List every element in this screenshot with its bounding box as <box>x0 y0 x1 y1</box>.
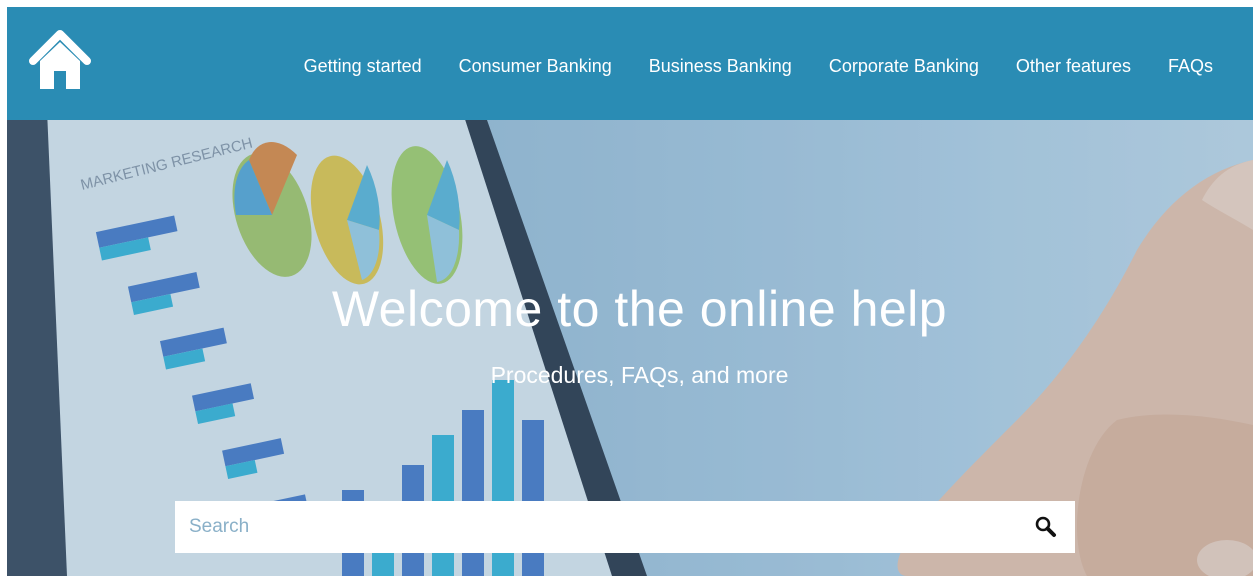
search-bar <box>175 501 1075 553</box>
page-frame: Getting started Consumer Banking Busines… <box>7 7 1253 576</box>
nav-other-features[interactable]: Other features <box>1016 56 1131 77</box>
hero-subtitle: Procedures, FAQs, and more <box>490 362 789 388</box>
nav-business-banking[interactable]: Business Banking <box>649 56 792 77</box>
hero-banner: MARKETING RESEARCH Welcome to the online… <box>7 120 1253 576</box>
search-icon <box>1035 516 1056 537</box>
top-navbar: Getting started Consumer Banking Busines… <box>7 7 1253 120</box>
main-nav: Getting started Consumer Banking Busines… <box>267 56 1213 77</box>
search-button[interactable] <box>1033 514 1059 540</box>
search-input[interactable] <box>175 501 1015 553</box>
nav-getting-started[interactable]: Getting started <box>304 56 422 77</box>
nav-faqs[interactable]: FAQs <box>1168 56 1213 77</box>
nav-consumer-banking[interactable]: Consumer Banking <box>459 56 612 77</box>
nav-corporate-banking[interactable]: Corporate Banking <box>829 56 979 77</box>
hero-title: Welcome to the online help <box>331 281 948 337</box>
home-link[interactable] <box>27 25 93 95</box>
home-icon <box>29 30 91 89</box>
